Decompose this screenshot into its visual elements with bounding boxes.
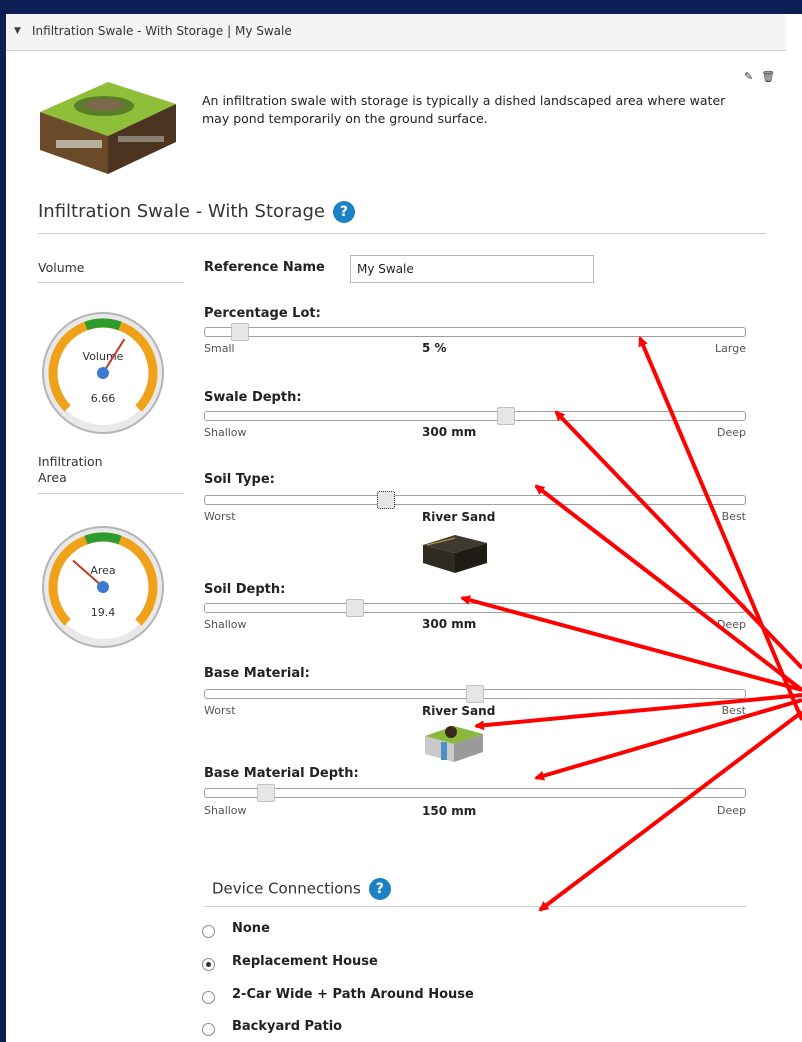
base-material-depth-handle[interactable] — [257, 784, 275, 802]
device-description: An infiltration swale with storage is ty… — [202, 93, 726, 126]
base-material-value: River Sand — [422, 704, 496, 718]
volume-divider — [38, 282, 184, 283]
panel-tools: ✎ 🗑 — [736, 70, 775, 83]
soil-type-max: Best — [721, 510, 746, 523]
radio-button[interactable] — [202, 1023, 215, 1036]
base-material-depth-slider[interactable] — [204, 784, 746, 802]
base-material-depth-value: 150 mm — [422, 804, 477, 818]
collapse-arrow-icon[interactable]: ▼ — [14, 26, 21, 36]
device-connections-help-icon[interactable]: ? — [368, 878, 391, 900]
volume-gauge-title: Volume — [83, 350, 124, 363]
infiltration-area-label: Infiltration Area — [38, 454, 103, 486]
swale-depth-slider[interactable] — [204, 407, 746, 425]
swale-panel: ▼ Infiltration Swale - With Storage | My… — [6, 14, 802, 1042]
swale-depth-max: Deep — [717, 426, 746, 439]
soil-type-min: Worst — [204, 510, 236, 523]
swale-thumbnail-image — [40, 82, 176, 174]
volume-gauge: Volume 6.66 — [42, 312, 164, 434]
percentage-lot-max: Large — [715, 342, 746, 355]
device-connections-title-text: Device Connections — [212, 879, 361, 898]
swale-depth-min: Shallow — [204, 426, 247, 439]
base-material-label: Base Material: — [204, 666, 310, 681]
soil-depth-handle[interactable] — [346, 599, 364, 617]
soil-type-label: Soil Type: — [204, 472, 275, 487]
edit-icon[interactable]: ✎ — [744, 70, 753, 83]
panel-header[interactable]: ▼ Infiltration Swale - With Storage | My… — [6, 14, 786, 51]
soil-type-block-image — [423, 535, 487, 573]
base-material-depth-min: Shallow — [204, 804, 247, 817]
soil-type-value: River Sand — [422, 510, 496, 524]
base-material-max: Best — [721, 704, 746, 717]
base-material-min: Worst — [204, 704, 236, 717]
section-title-text: Infiltration Swale - With Storage — [38, 201, 325, 222]
reference-name-label: Reference Name — [204, 260, 325, 275]
base-material-depth-label: Base Material Depth: — [204, 766, 359, 781]
area-gauge-value: 19.4 — [91, 606, 116, 619]
volume-label: Volume — [38, 260, 85, 275]
percentage-lot-min: Small — [204, 342, 235, 355]
area-gauge: Area 19.4 — [42, 526, 164, 648]
device-connections-title: Device Connections? — [212, 878, 391, 900]
soil-depth-max: Deep — [717, 618, 746, 631]
radio-button[interactable] — [202, 925, 215, 938]
percentage-lot-label: Percentage Lot: — [204, 306, 321, 321]
device-connections-divider — [204, 906, 746, 907]
panel-header-title: Infiltration Swale - With Storage | My S… — [32, 24, 292, 38]
swale-depth-value: 300 mm — [422, 425, 477, 439]
soil-depth-label: Soil Depth: — [204, 582, 286, 597]
connection-option-label: Replacement House — [232, 954, 378, 969]
swale-depth-label: Swale Depth: — [204, 390, 302, 405]
connection-option-label: Backyard Patio — [232, 1019, 343, 1034]
soil-type-slider[interactable] — [204, 491, 746, 509]
infiltration-area-label-text: Infiltration Area — [38, 454, 103, 485]
base-material-handle[interactable] — [466, 685, 484, 703]
area-gauge-title: Area — [90, 564, 115, 577]
radio-button[interactable] — [202, 991, 215, 1004]
percentage-lot-handle[interactable] — [231, 323, 249, 341]
base-material-slider[interactable] — [204, 685, 746, 703]
reference-name-input[interactable] — [350, 255, 594, 283]
help-icon[interactable]: ? — [332, 201, 355, 223]
radio-button[interactable] — [202, 958, 215, 971]
base-material-depth-max: Deep — [717, 804, 746, 817]
soil-depth-min: Shallow — [204, 618, 247, 631]
soil-depth-slider[interactable] — [204, 599, 746, 617]
base-material-block-image — [425, 726, 483, 762]
connection-option-label: 2-Car Wide + Path Around House — [232, 987, 474, 1002]
percentage-lot-value: 5 % — [422, 341, 447, 355]
soil-depth-value: 300 mm — [422, 617, 477, 631]
soil-type-handle[interactable] — [377, 491, 395, 509]
section-divider — [38, 233, 766, 234]
swale-depth-handle[interactable] — [497, 407, 515, 425]
connection-option-label: None — [232, 921, 270, 936]
section-title: Infiltration Swale - With Storage? — [38, 201, 355, 223]
volume-gauge-value: 6.66 — [91, 392, 116, 405]
infiltration-area-divider — [38, 493, 184, 494]
delete-icon[interactable]: 🗑 — [761, 70, 775, 83]
percentage-lot-slider[interactable] — [204, 323, 746, 341]
